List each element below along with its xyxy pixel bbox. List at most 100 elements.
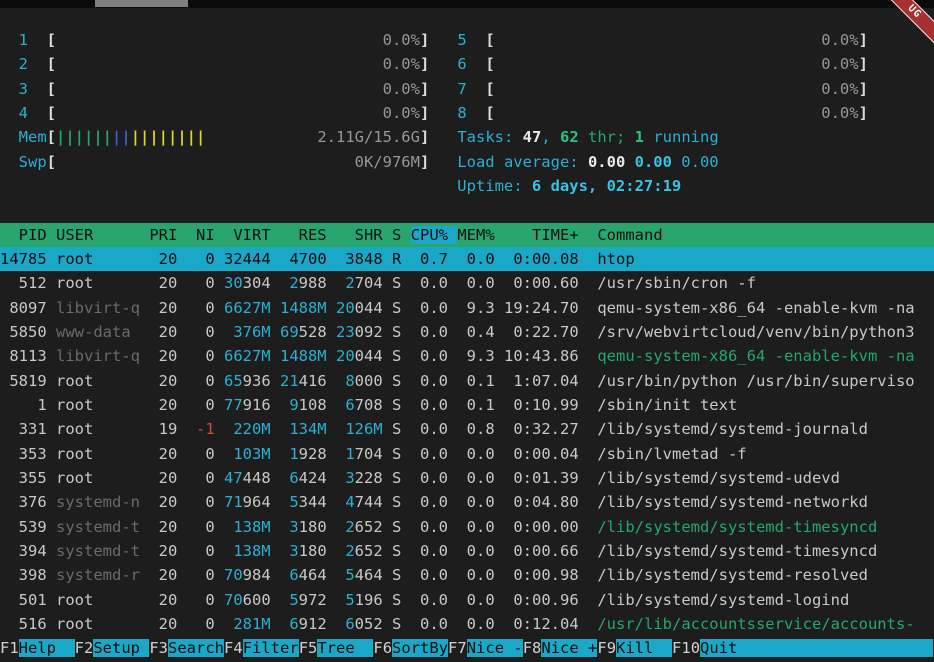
fkey-f7[interactable]: F7Nice - — [448, 639, 523, 657]
table-row[interactable]: 8097 libvirt-q 20 0 6627M 1488M 20044 S … — [0, 296, 934, 320]
fkey-label: SortBy — [392, 639, 448, 657]
cell-time: 0:00.66 — [504, 542, 597, 560]
table-row[interactable]: 539 systemd-t 20 0 138M 3180 2652 S 0.0 … — [0, 515, 934, 539]
blank-row — [0, 198, 934, 222]
cell-time: 0:22.70 — [504, 323, 597, 341]
fkey-f1[interactable]: F1Help — [0, 639, 75, 657]
cell-shr: 3 — [336, 250, 355, 268]
cell-virt: 6627M — [224, 347, 280, 365]
table-row[interactable]: 14785 root 20 0 32444 4700 3848 R 0.7 0.… — [0, 247, 934, 271]
column-header-command[interactable]: Command — [597, 226, 662, 244]
cell-res: 21 — [280, 372, 299, 390]
cell-pid: 5850 — [0, 323, 56, 341]
memory-meter-label: Mem — [0, 128, 47, 146]
cell-shr: 044 — [355, 347, 392, 365]
cell-res: 2 — [280, 274, 299, 292]
cell-res: 344 — [299, 493, 336, 511]
table-row[interactable]: 512 root 20 0 30304 2988 2704 S 0.0 0.0 … — [0, 271, 934, 295]
cell-shr: 708 — [355, 396, 392, 414]
cell-command: qemu-system-x86_64 -enable-kvm -na — [597, 347, 914, 365]
fkey-number: F10 — [672, 639, 700, 657]
column-header-cpu[interactable]: CPU% — [411, 226, 458, 244]
fkey-label: Search — [168, 639, 224, 657]
cell-cpu-pct: 0.0 — [411, 347, 458, 365]
table-row[interactable]: 8113 libvirt-q 20 0 6627M 1488M 20044 S … — [0, 344, 934, 368]
column-header-shr[interactable]: SHR — [336, 226, 392, 244]
cell-virt: 984 — [243, 566, 280, 584]
cell-ni: 0 — [187, 445, 224, 463]
cell-pid: 516 — [0, 615, 56, 633]
cell-pri: 20 — [149, 469, 186, 487]
table-row[interactable]: 501 root 20 0 70600 5972 5196 S 0.0 0.0 … — [0, 588, 934, 612]
cell-shr: 464 — [355, 566, 392, 584]
fkey-f8[interactable]: F8Nice + — [523, 639, 598, 657]
cpu-meter-label: 6 — [457, 55, 485, 73]
table-row[interactable]: 355 root 20 0 47448 6424 3228 S 0.0 0.0 … — [0, 466, 934, 490]
fkey-f5[interactable]: F5Tree — [299, 639, 374, 657]
table-row[interactable]: 516 root 20 0 281M 6912 6052 S 0.0 0.0 0… — [0, 612, 934, 636]
column-header-mem[interactable]: MEM% — [457, 226, 504, 244]
cell-virt: 936 — [243, 372, 280, 390]
cell-user: root — [56, 591, 149, 609]
tasks-count: 47 — [523, 128, 542, 146]
fkey-f3[interactable]: F3Search — [149, 639, 224, 657]
cell-virt: 70 — [224, 566, 243, 584]
cell-mem-pct: 0.0 — [457, 250, 504, 268]
cpu-meter-label: 1 — [0, 31, 47, 49]
cpu-meter-value: 0.0% — [56, 104, 420, 122]
cell-state: S — [392, 274, 411, 292]
cell-user: systemd-n — [56, 493, 149, 511]
cell-pid: 5819 — [0, 372, 56, 390]
table-row[interactable]: 5819 root 20 0 65936 21416 8000 S 0.0 0.… — [0, 369, 934, 393]
memory-bar-cache: |||||||| — [131, 128, 206, 146]
meter-open-bracket: [ — [485, 31, 494, 49]
cell-mem-pct: 0.4 — [457, 323, 504, 341]
column-header-pid[interactable]: PID — [0, 226, 56, 244]
cell-pid: 14785 — [0, 250, 56, 268]
column-header-res[interactable]: RES — [280, 226, 336, 244]
uptime-label: Uptime: — [457, 177, 532, 195]
cpu-meter-label: 3 — [0, 80, 47, 98]
threads-count: 62 — [560, 128, 579, 146]
cpu-meter-value: 0.0% — [495, 55, 859, 73]
cell-shr: 5 — [336, 591, 355, 609]
cell-pri: 20 — [149, 493, 186, 511]
cell-mem-pct: 0.0 — [457, 493, 504, 511]
cpu-meter-row: 4 [ 0.0%] 8 [ 0.0%] — [0, 101, 934, 125]
table-row[interactable]: 331 root 19 -1 220M 134M 126M S 0.0 0.8 … — [0, 417, 934, 441]
cpu-meter-value: 0.0% — [495, 31, 859, 49]
cell-pri: 20 — [149, 372, 186, 390]
column-header-ni[interactable]: NI — [187, 226, 224, 244]
cell-pri: 20 — [149, 323, 186, 341]
fkey-f10[interactable]: F10Quit — [672, 639, 933, 657]
cell-time: 0:00.98 — [504, 566, 597, 584]
table-row[interactable]: 394 systemd-t 20 0 138M 3180 2652 S 0.0 … — [0, 539, 934, 563]
fkey-f4[interactable]: F4Filter — [224, 639, 299, 657]
cell-virt: 70 — [224, 591, 243, 609]
cell-pid: 376 — [0, 493, 56, 511]
fkey-f6[interactable]: F6SortBy — [373, 639, 448, 657]
cell-command: /lib/systemd/systemd-timesyncd — [597, 518, 877, 536]
window-tab[interactable] — [95, 0, 188, 7]
uptime-row: Uptime: 6 days, 02:27:19 — [0, 174, 934, 198]
cell-ni: 0 — [187, 396, 224, 414]
window-titlebar — [0, 0, 934, 8]
cell-virt: 32 — [224, 250, 243, 268]
table-row[interactable]: 398 systemd-r 20 0 70984 6464 5464 S 0.0… — [0, 563, 934, 587]
column-header-pri[interactable]: PRI — [149, 226, 186, 244]
table-row[interactable]: 1 root 20 0 77916 9108 6708 S 0.0 0.1 0:… — [0, 393, 934, 417]
column-header-user[interactable]: USER — [56, 226, 149, 244]
table-row[interactable]: 5850 www-data 20 0 376M 69528 23092 S 0.… — [0, 320, 934, 344]
cell-pri: 20 — [149, 542, 186, 560]
load-average-label: Load average: — [457, 153, 588, 171]
cell-user: root — [56, 274, 149, 292]
fkey-f9[interactable]: F9Kill — [597, 639, 672, 657]
cell-cpu-pct: 0.0 — [411, 591, 458, 609]
table-row[interactable]: 376 systemd-n 20 0 71964 5344 4744 S 0.0… — [0, 490, 934, 514]
column-header-time[interactable]: TIME+ — [504, 226, 597, 244]
table-row[interactable]: 353 root 20 0 103M 1928 1704 S 0.0 0.0 0… — [0, 442, 934, 466]
column-header-virt[interactable]: VIRT — [224, 226, 280, 244]
fkey-f2[interactable]: F2Setup — [75, 639, 150, 657]
column-header-s[interactable]: S — [392, 226, 411, 244]
cell-mem-pct: 0.0 — [457, 591, 504, 609]
